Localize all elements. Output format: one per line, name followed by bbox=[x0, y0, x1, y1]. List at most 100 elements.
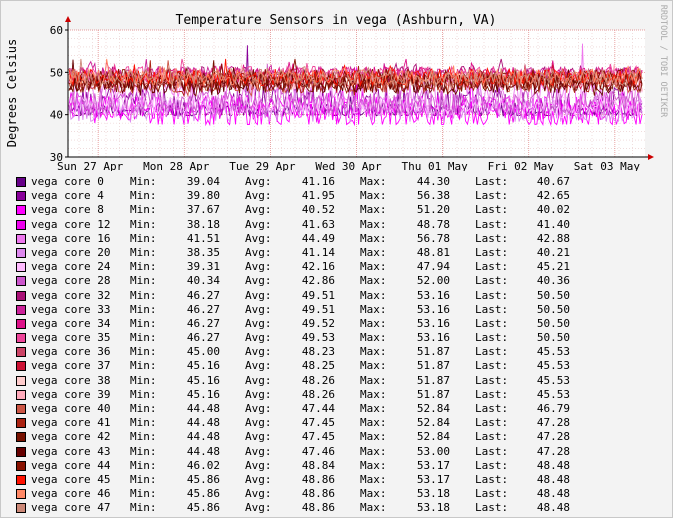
legend-max-label: Max: bbox=[360, 501, 387, 515]
legend-swatch bbox=[16, 432, 26, 443]
legend-series-name: vega core 36 bbox=[31, 345, 111, 359]
legend-last-value: 40.21 bbox=[536, 245, 570, 259]
legend-min-value: 44.48 bbox=[186, 416, 220, 430]
legend-row: vega core 8 Min: 37.67 Avg: 40.52 Max: 51.20 La… bbox=[15, 203, 615, 217]
legend-swatch bbox=[16, 247, 26, 258]
legend-avg-label: Avg: bbox=[245, 217, 272, 231]
legend-row: vega core 33 Min: 46.27 Avg: 49.51 Max: 53.16 L… bbox=[15, 303, 615, 317]
legend-min-value: 45.86 bbox=[186, 501, 220, 515]
legend-min-label: Min: bbox=[130, 487, 157, 501]
legend-avg-value: 41.14 bbox=[301, 245, 335, 259]
y-tick-labels: 30405060 bbox=[50, 24, 68, 164]
legend-max-label: Max: bbox=[360, 458, 387, 472]
legend-max-value: 52.00 bbox=[416, 274, 450, 288]
legend-max-label: Max: bbox=[360, 345, 387, 359]
legend-avg-label: Avg: bbox=[245, 203, 272, 217]
legend-max-label: Max: bbox=[360, 302, 387, 316]
legend-avg-label: Avg: bbox=[245, 359, 272, 373]
y-tick-label: 50 bbox=[50, 66, 63, 79]
x-tick-label: Mon 28 Apr bbox=[143, 160, 210, 171]
legend-swatch bbox=[16, 404, 26, 414]
legend-min-label: Min: bbox=[130, 373, 157, 387]
legend-avg-label: Avg: bbox=[245, 302, 272, 316]
legend-swatch bbox=[16, 318, 26, 329]
legend-swatch bbox=[16, 446, 26, 457]
legend-last-value: 48.48 bbox=[536, 472, 570, 486]
legend-max-value: 56.78 bbox=[416, 231, 450, 245]
legend-row: vega core 44 Min: 46.02 Avg: 48.84 Max: 53.17 L… bbox=[15, 459, 615, 473]
legend-series-name: vega core 41 bbox=[31, 416, 111, 430]
legend-avg-value: 48.25 bbox=[301, 359, 335, 373]
legend-row: vega core 40 Min: 44.48 Avg: 47.44 Max: 52.84 L… bbox=[15, 402, 615, 416]
legend-swatch bbox=[16, 177, 26, 187]
legend-last-label: Last: bbox=[475, 175, 509, 188]
legend-min-label: Min: bbox=[130, 175, 157, 188]
legend-max-label: Max: bbox=[360, 260, 387, 274]
legend-last-value: 48.48 bbox=[536, 458, 570, 472]
legend-last-label: Last: bbox=[475, 444, 509, 458]
legend-avg-value: 49.52 bbox=[301, 316, 335, 330]
legend-min-label: Min: bbox=[130, 402, 157, 415]
legend-series-name: vega core 12 bbox=[31, 217, 111, 231]
legend-last-label: Last: bbox=[475, 387, 509, 401]
legend-min-value: 45.16 bbox=[186, 359, 220, 373]
legend-max-label: Max: bbox=[360, 359, 387, 373]
legend-swatch bbox=[16, 489, 26, 500]
legend-last-value: 50.50 bbox=[536, 302, 570, 316]
legend-last-value: 40.02 bbox=[536, 203, 570, 217]
legend-last-value: 48.48 bbox=[536, 501, 570, 515]
legend-min-value: 46.27 bbox=[186, 331, 220, 345]
legend-series-name: vega core 34 bbox=[31, 316, 111, 330]
legend-min-label: Min: bbox=[130, 274, 157, 288]
legend-swatch bbox=[16, 474, 26, 485]
y-axis-label: Degrees Celsius bbox=[5, 39, 19, 147]
legend-max-value: 53.16 bbox=[416, 331, 450, 345]
legend-series-name: vega core 40 bbox=[31, 402, 111, 415]
legend-max-label: Max: bbox=[360, 487, 387, 501]
legend-avg-value: 42.16 bbox=[301, 260, 335, 274]
legend-max-label: Max: bbox=[360, 430, 387, 444]
legend-last-label: Last: bbox=[475, 430, 509, 444]
legend-max-value: 52.84 bbox=[416, 402, 450, 415]
legend-min-value: 37.67 bbox=[186, 203, 220, 217]
legend-last-value: 45.53 bbox=[536, 373, 570, 387]
legend-row: vega core 12 Min: 38.18 Avg: 41.63 Max: 48.78 L… bbox=[15, 218, 615, 232]
legend-min-label: Min: bbox=[130, 189, 157, 203]
legend-min-label: Min: bbox=[130, 501, 157, 515]
legend-min-value: 40.34 bbox=[186, 274, 220, 288]
legend-last-label: Last: bbox=[475, 416, 509, 430]
legend-series-name: vega core 20 bbox=[31, 245, 111, 259]
legend-row: vega core 4 Min: 39.80 Avg: 41.95 Max: 56.38 La… bbox=[15, 189, 615, 203]
legend-last-value: 45.53 bbox=[536, 359, 570, 373]
legend-max-label: Max: bbox=[360, 444, 387, 458]
legend-last-value: 40.36 bbox=[536, 274, 570, 288]
legend-row: vega core 43 Min: 44.48 Avg: 47.46 Max: 53.00 L… bbox=[15, 445, 615, 459]
legend-max-label: Max: bbox=[360, 231, 387, 245]
x-tick-label: Sat 03 May bbox=[574, 160, 641, 171]
legend-swatch bbox=[16, 460, 26, 471]
legend-min-label: Min: bbox=[130, 430, 157, 444]
x-tick-label: Fri 02 May bbox=[488, 160, 555, 171]
legend-last-value: 46.79 bbox=[536, 402, 570, 415]
legend-max-label: Max: bbox=[360, 288, 387, 302]
legend-avg-label: Avg: bbox=[245, 472, 272, 486]
legend-last-label: Last: bbox=[475, 472, 509, 486]
legend-series-name: vega core 39 bbox=[31, 387, 111, 401]
legend-max-label: Max: bbox=[360, 472, 387, 486]
legend-max-value: 51.87 bbox=[416, 345, 450, 359]
legend-series-name: vega core 44 bbox=[31, 458, 111, 472]
legend-min-label: Min: bbox=[130, 444, 157, 458]
legend-max-value: 56.38 bbox=[416, 189, 450, 203]
legend-series-name: vega core 35 bbox=[31, 331, 111, 345]
legend-last-value: 42.88 bbox=[536, 231, 570, 245]
legend-last-value: 47.28 bbox=[536, 416, 570, 430]
legend-series-name: vega core 32 bbox=[31, 288, 111, 302]
legend-series-name: vega core 4 bbox=[31, 189, 104, 203]
legend-max-label: Max: bbox=[360, 387, 387, 401]
legend-swatch bbox=[16, 205, 26, 216]
legend-avg-value: 49.51 bbox=[301, 302, 335, 316]
legend-avg-label: Avg: bbox=[245, 402, 272, 415]
legend-avg-value: 48.86 bbox=[301, 501, 335, 515]
temperature-chart: Temperature Sensors in vega (Ashburn, VA… bbox=[5, 5, 668, 171]
legend-last-value: 48.48 bbox=[536, 487, 570, 501]
